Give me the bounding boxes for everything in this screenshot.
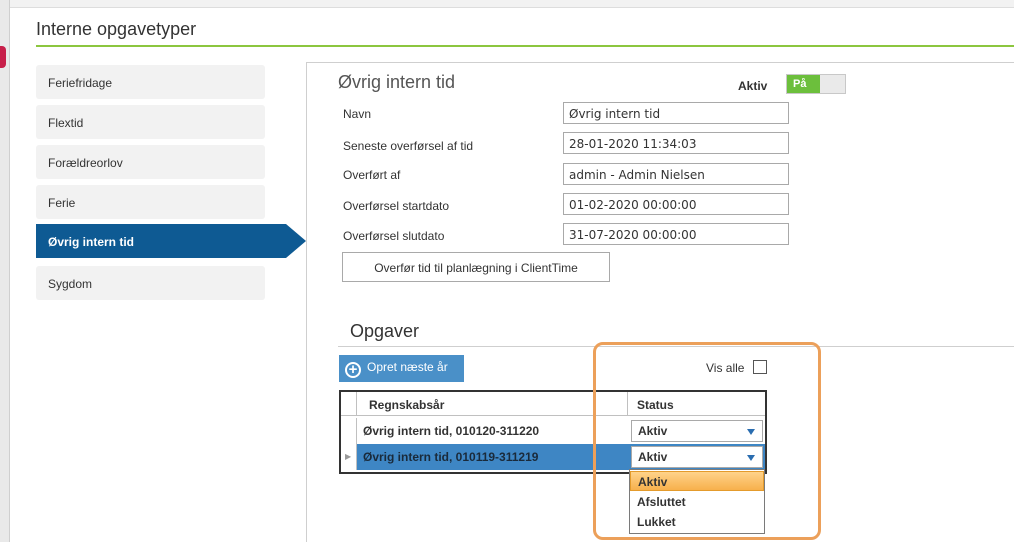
toggle-on-label: På <box>787 75 820 93</box>
transfer-time-button[interactable]: Overfør tid til planlægning i ClientTime <box>342 252 610 282</box>
grid-header-indicator <box>341 392 357 415</box>
sidebar-item-foraeldreorlov[interactable]: Forældreorlov <box>36 145 265 179</box>
page-title: Interne opgavetyper <box>36 19 197 39</box>
navn-field[interactable]: Øvrig intern tid <box>563 102 789 124</box>
plus-circle-icon: + <box>345 362 361 378</box>
active-toggle[interactable]: På <box>786 74 846 94</box>
field-label-overfort-af: Overført af <box>343 168 401 182</box>
row-name: Øvrig intern tid, 010119-311219 <box>363 450 539 464</box>
field-label-navn: Navn <box>343 107 372 121</box>
overfort-af-field[interactable]: admin - Admin Nielsen <box>563 163 789 185</box>
sidebar-item-feriefridage[interactable]: Feriefridage <box>36 65 265 99</box>
slutdato-field[interactable]: 31-07-2020 00:00:00 <box>563 223 789 245</box>
create-next-year-button[interactable]: + Opret næste år <box>339 355 464 382</box>
active-item-pointer <box>286 224 306 258</box>
field-label-slutdato: Overførsel slutdato <box>343 229 445 243</box>
title-divider <box>36 45 1014 47</box>
window-edge-marker <box>0 46 6 68</box>
window-left-edge <box>0 0 10 542</box>
sidebar-item-ovrig-intern-tid[interactable]: Øvrig intern tid <box>36 224 286 258</box>
annotation-highlight-box <box>593 342 821 540</box>
sidebar-item-sygdom[interactable]: Sygdom <box>36 266 265 300</box>
seneste-overforsel-field[interactable]: 28-01-2020 11:34:03 <box>563 132 789 154</box>
row-name: Øvrig intern tid, 010120-311220 <box>363 424 540 438</box>
tasks-title: Opgaver <box>350 321 420 341</box>
field-label-startdato: Overførsel startdato <box>343 199 450 213</box>
field-label-seneste-overforsel: Seneste overførsel af tid <box>343 139 474 153</box>
row-indicator <box>341 418 357 444</box>
sidebar-item-ferie[interactable]: Ferie <box>36 185 265 219</box>
row-indicator: ▶ <box>341 444 357 470</box>
detail-title: Øvrig intern tid <box>338 72 456 92</box>
active-label: Aktiv <box>738 79 768 93</box>
startdato-field[interactable]: 01-02-2020 00:00:00 <box>563 193 789 215</box>
column-header-regnskabsar[interactable]: Regnskabsår <box>369 398 444 412</box>
sidebar-item-flextid[interactable]: Flextid <box>36 105 265 139</box>
create-next-year-label: Opret næste år <box>367 360 448 374</box>
window-top-edge <box>10 0 1014 8</box>
